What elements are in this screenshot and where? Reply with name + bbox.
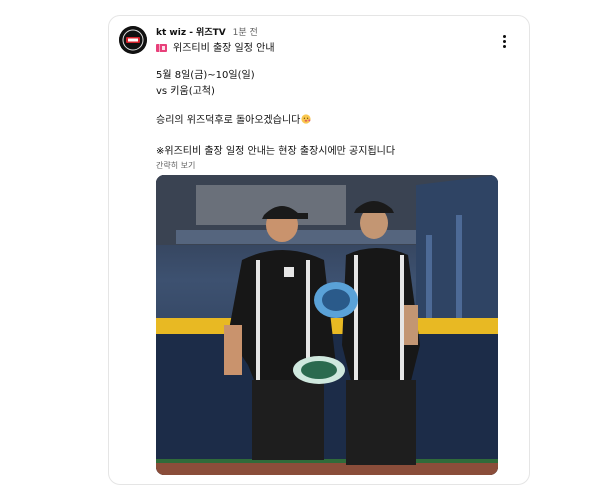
kt-wiz-logo-icon <box>119 26 147 54</box>
post-message-line: 승리의 위즈덕후로 돌아오겠습니다 <box>156 114 311 127</box>
more-vert-icon[interactable] <box>497 32 511 50</box>
post-title-line: 위즈티비 출장 일정 안내 <box>156 42 275 55</box>
post-time[interactable]: 1분 전 <box>233 28 258 38</box>
post-image[interactable] <box>156 175 498 475</box>
channel-name[interactable]: kt wiz - 위즈TV <box>156 28 226 38</box>
channel-avatar[interactable] <box>119 26 147 54</box>
ticket-icon <box>156 44 167 52</box>
post-match: vs 키움(고척) <box>156 86 215 97</box>
post-date: 5월 8일(금)~10일(일) <box>156 70 255 81</box>
post-message: 승리의 위즈덕후로 돌아오겠습니다 <box>156 115 301 126</box>
face-icon <box>301 114 311 124</box>
post-notice: ※위즈티비 출장 일정 안내는 현장 출장시에만 공지됩니다 <box>156 146 396 157</box>
baseball-players-photo <box>156 175 498 475</box>
post-title: 위즈티비 출장 일정 안내 <box>173 43 275 54</box>
post-header: kt wiz - 위즈TV 1분 전 <box>156 27 258 39</box>
show-less-link[interactable]: 간략히 보기 <box>156 160 195 171</box>
community-post-card: kt wiz - 위즈TV 1분 전 위즈티비 출장 일정 안내 5월 8일(금… <box>108 15 530 485</box>
